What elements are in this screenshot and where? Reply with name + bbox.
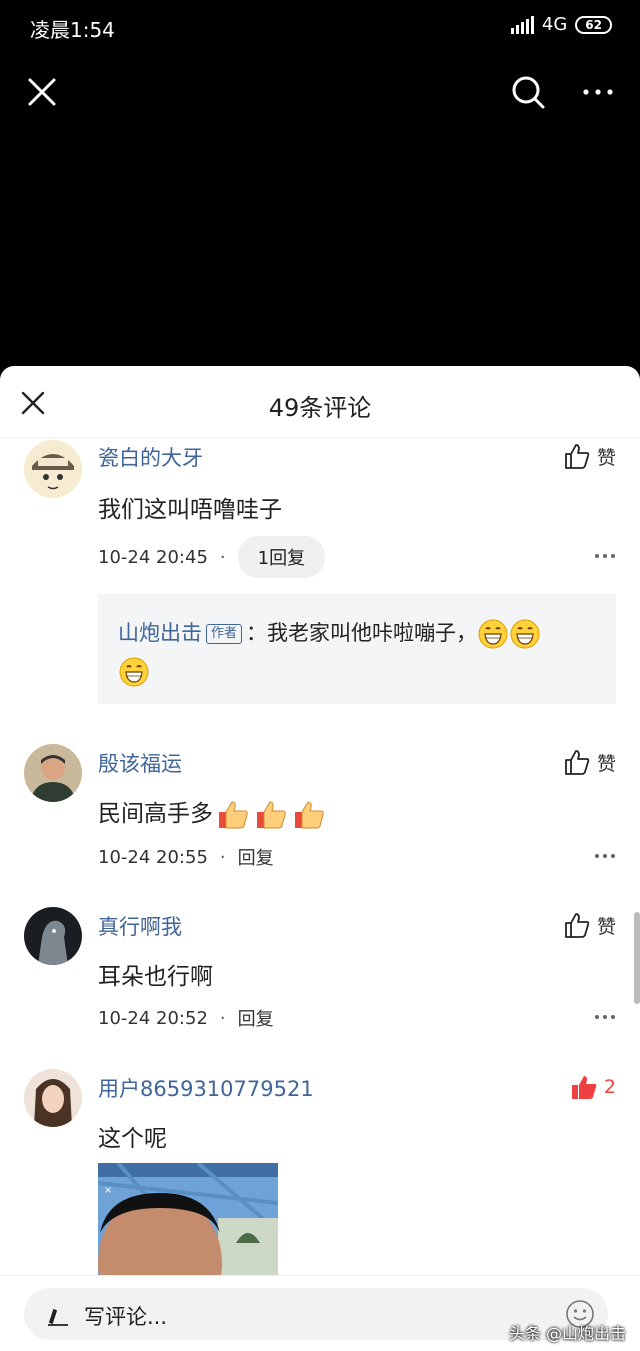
status-bar: 凌晨1:54 4G 62 <box>0 0 640 56</box>
like-button[interactable]: 赞 <box>563 442 616 470</box>
like-label: 赞 <box>596 446 616 469</box>
avatar[interactable] <box>24 744 82 802</box>
separator-dot: · <box>219 1007 226 1029</box>
like-button[interactable]: 赞 <box>563 748 616 776</box>
grin-emoji <box>119 657 149 687</box>
svg-text:×: × <box>104 1185 112 1196</box>
watermark: 头条 @山炮出击 <box>508 1324 626 1343</box>
reply-button[interactable]: 回复 <box>238 1005 274 1031</box>
comment-text: 这个呢 <box>98 1126 167 1152</box>
search-icon[interactable] <box>510 74 546 110</box>
like-icon <box>565 444 590 469</box>
comment-item: 真行啊我 赞 耳朵也行啊 10-24 20:52 · 回复 <box>0 907 640 1037</box>
username[interactable]: 用户8659310779521 <box>98 1073 314 1103</box>
grin-emoji <box>478 619 508 649</box>
avatar[interactable] <box>24 907 82 965</box>
like-icon <box>565 913 590 938</box>
comment-meta: 10-24 20:55 · 回复 <box>98 844 274 870</box>
comment-item: 用户8659310779521 2 这个呢 × <box>0 1069 640 1309</box>
reply-text: ：我老家叫他咔啦嘣子， <box>246 621 478 645</box>
comment-sheet: 49条评论 瓷白的大牙 赞 我们这叫唔噜哇子 10-24 20:45 · 1回复 <box>0 366 640 1351</box>
status-indicators: 4G 62 <box>510 14 612 35</box>
like-icon <box>565 750 590 775</box>
sheet-header: 49条评论 <box>0 366 640 438</box>
thumbs-up-emoji <box>295 800 324 828</box>
reply-username[interactable]: 山炮出击 <box>118 621 202 645</box>
comment-time: 10-24 20:55 <box>98 846 208 868</box>
like-button[interactable]: 赞 <box>563 911 616 939</box>
author-tag: 作者 <box>206 624 243 644</box>
avatar[interactable] <box>24 440 82 498</box>
username[interactable]: 殷该福运 <box>98 748 182 778</box>
more-icon[interactable] <box>594 1014 616 1020</box>
comment-item: 殷该福运 赞 民间高手多 10-24 20:55 · 回复 <box>0 744 640 874</box>
sheet-title: 49条评论 <box>268 394 372 422</box>
thumbs-up-emoji <box>257 800 286 828</box>
comment-meta: 10-24 20:45 · 1回复 <box>98 536 326 578</box>
separator-dot: · <box>219 546 226 568</box>
comment-text-content: 民间高手多 <box>98 801 213 827</box>
more-icon[interactable] <box>594 553 616 559</box>
reply-button[interactable]: 回复 <box>238 844 274 870</box>
comment-meta: 10-24 20:52 · 回复 <box>98 1005 274 1031</box>
comment-image[interactable]: × <box>98 1163 278 1278</box>
more-icon[interactable] <box>580 80 616 104</box>
like-label: 赞 <box>596 752 616 775</box>
username[interactable]: 瓷白的大牙 <box>98 442 203 472</box>
reply-count-button[interactable]: 1回复 <box>237 536 326 578</box>
battery-icon: 62 <box>575 15 612 34</box>
like-label: 赞 <box>596 915 616 938</box>
pencil-icon <box>48 1308 68 1326</box>
more-icon[interactable] <box>594 853 616 859</box>
liked-icon <box>571 1076 597 1099</box>
close-icon[interactable] <box>26 76 58 108</box>
comment-time: 10-24 20:52 <box>98 1007 208 1029</box>
comment-text: 我们这叫唔噜哇子 <box>98 497 282 523</box>
comment-text: 民间高手多 <box>98 794 327 832</box>
comment-time: 10-24 20:45 <box>98 546 208 568</box>
network-type: 4G <box>541 14 568 35</box>
write-comment-label: 写评论... <box>84 1305 168 1329</box>
separator-dot: · <box>219 846 226 868</box>
comment-input-bar: 写评论... 头条 @山炮出击 <box>0 1275 640 1351</box>
grin-emoji <box>510 619 540 649</box>
comment-item: 瓷白的大牙 赞 我们这叫唔噜哇子 10-24 20:45 · 1回复 山炮出击作… <box>0 438 640 708</box>
signal-icon <box>510 15 534 34</box>
avatar[interactable] <box>24 1069 82 1127</box>
scrollbar[interactable] <box>634 912 640 1004</box>
comment-text: 耳朵也行啊 <box>98 964 213 990</box>
thumbs-up-emoji <box>219 800 248 828</box>
reply-preview[interactable]: 山炮出击 作者 ：我老家叫他咔啦嘣子， <box>98 594 616 704</box>
like-count: 2 <box>603 1076 616 1098</box>
username[interactable]: 真行啊我 <box>98 911 182 941</box>
liked-button[interactable]: 2 <box>570 1073 616 1101</box>
status-time: 凌晨1:54 <box>30 18 115 42</box>
